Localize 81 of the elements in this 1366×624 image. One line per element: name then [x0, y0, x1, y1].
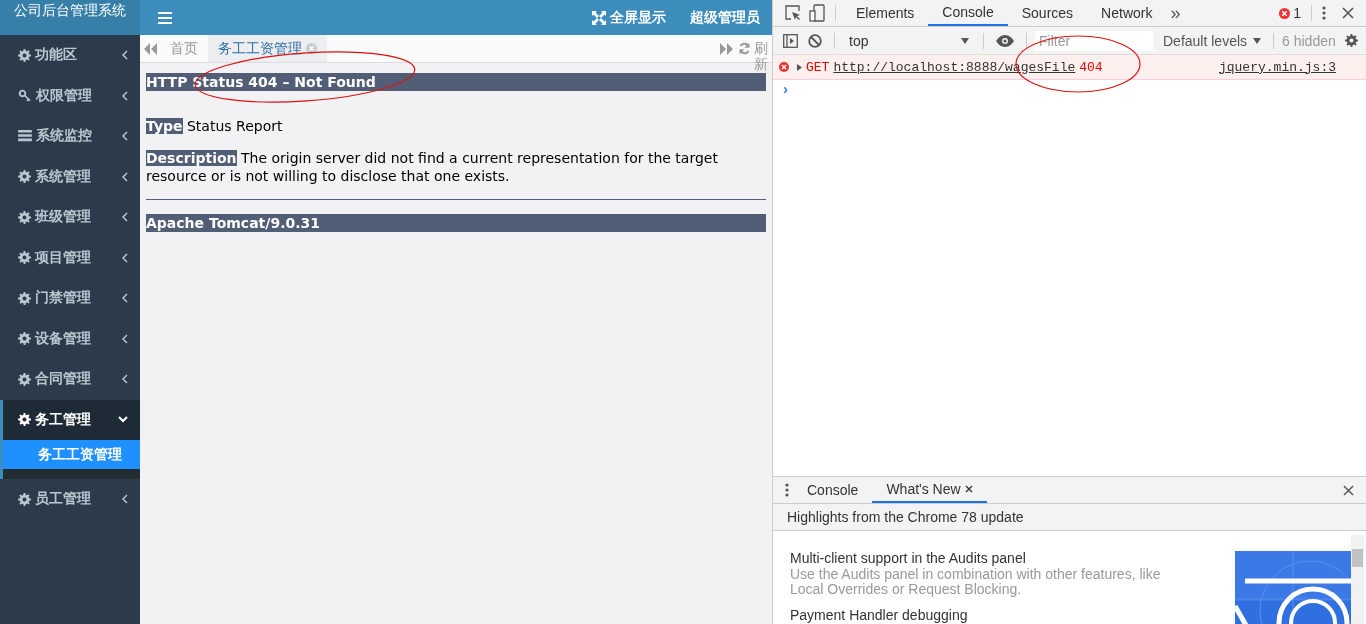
source-link[interactable]: jquery.min.js:3	[1218, 59, 1336, 75]
console-prompt[interactable]: ›	[773, 80, 1366, 100]
whats-new-banner: Highlights from the Chrome 78 update	[773, 504, 1366, 531]
fullscreen-link[interactable]: 全屏显示	[610, 8, 666, 27]
sidebar-item[interactable]: 设备管理	[0, 318, 140, 359]
app-logo: 公司后台管理系统	[0, 0, 140, 35]
gear-icon	[18, 170, 31, 184]
gear-icon	[1345, 34, 1358, 47]
devtools-tab[interactable]: Sources	[1007, 0, 1088, 26]
kebab-icon	[785, 483, 789, 497]
gear-icon	[18, 413, 31, 427]
sidebar-item[interactable]: 合同管理	[0, 359, 140, 400]
cursor-icon	[785, 5, 801, 21]
request-method: GET	[806, 59, 830, 75]
log-levels-select[interactable]: Default levels	[1159, 32, 1266, 49]
page-tab[interactable]: 务工工资管理	[208, 35, 327, 62]
chevron-left-icon	[122, 50, 128, 61]
sidebar-item[interactable]: 系统管理	[0, 156, 140, 197]
kebab-icon	[1322, 6, 1326, 20]
gear-icon	[18, 492, 31, 506]
double-left-icon	[143, 42, 157, 55]
sidebar-item[interactable]: 员工管理	[0, 479, 140, 520]
close-icon[interactable]	[306, 43, 317, 54]
chevron-down-icon	[118, 416, 128, 424]
error-counter[interactable]: 1	[1275, 5, 1305, 21]
feature-description: Use the Audits panel in combination with other features, like Local Overrides or Request Blocking.	[790, 567, 1162, 597]
gear-icon	[18, 332, 31, 346]
devtools-tab[interactable]: Network	[1087, 0, 1167, 26]
eye-icon	[996, 34, 1014, 47]
device-icon	[809, 4, 825, 22]
chevron-left-icon	[122, 171, 128, 182]
double-right-icon	[719, 42, 733, 55]
sidebar-item[interactable]: 项目管理	[0, 237, 140, 278]
error-detail: Type Status Report	[146, 117, 284, 135]
status-code: 404	[1079, 59, 1103, 75]
chevron-left-icon	[122, 131, 128, 142]
drawer-tab[interactable]: Console	[793, 477, 873, 503]
dropdown-icon	[1253, 37, 1262, 44]
devtools-tab[interactable]: Elements	[842, 0, 929, 26]
feature-title[interactable]: Payment Handler debugging	[790, 606, 1170, 624]
error-detail: Description The origin server did not find a current representation for the target resource or is not willing to disclose that one exists.	[146, 149, 719, 185]
chevron-left-icon	[122, 374, 128, 385]
hidden-count: 6 hidden	[1282, 32, 1336, 49]
dropdown-icon	[961, 37, 969, 44]
chevron-left-icon	[122, 252, 128, 263]
gear-icon	[18, 48, 31, 62]
gear-icon	[18, 210, 31, 224]
refresh-icon	[738, 42, 751, 55]
sidebar-item[interactable]: 功能区	[0, 35, 140, 76]
sidebar-item[interactable]: 门禁管理	[0, 278, 140, 319]
server-icon	[18, 130, 32, 143]
close-icon[interactable]	[964, 485, 973, 493]
chevron-left-icon	[122, 212, 128, 223]
chevron-left-icon	[122, 293, 128, 304]
sidebar-item[interactable]: 班级管理	[0, 197, 140, 238]
menu-icon[interactable]	[158, 11, 172, 24]
gear-icon	[18, 251, 31, 265]
sidebar-item[interactable]: 务工管理	[0, 399, 140, 440]
gear-icon	[18, 291, 31, 305]
block-icon	[808, 33, 822, 48]
feature-title[interactable]: Multi-client support in the Audits panel	[790, 549, 1170, 567]
chevron-left-icon	[122, 90, 128, 101]
scrollbar[interactable]	[1351, 535, 1364, 624]
expand-icon	[592, 10, 606, 25]
user-menu[interactable]: 超级管理员	[690, 8, 760, 27]
error-icon	[779, 62, 789, 72]
error-icon	[1279, 7, 1291, 19]
panel-icon	[783, 33, 798, 48]
close-icon	[1343, 484, 1354, 496]
more-tabs-button[interactable]: »	[1166, 2, 1185, 24]
chevron-left-icon	[122, 333, 128, 344]
sidebar-item[interactable]: 系统监控	[0, 116, 140, 157]
expand-triangle-icon[interactable]	[797, 63, 802, 71]
chevron-left-icon	[122, 494, 128, 505]
gear-icon	[18, 372, 31, 386]
sidebar-item[interactable]: 权限管理	[0, 75, 140, 116]
close-icon	[1342, 7, 1354, 19]
server-footer: Apache Tomcat/9.0.31	[146, 214, 766, 232]
context-select[interactable]: top	[843, 31, 975, 50]
key-icon	[18, 89, 32, 103]
error-heading: HTTP Status 404 – Not Found	[146, 73, 766, 91]
